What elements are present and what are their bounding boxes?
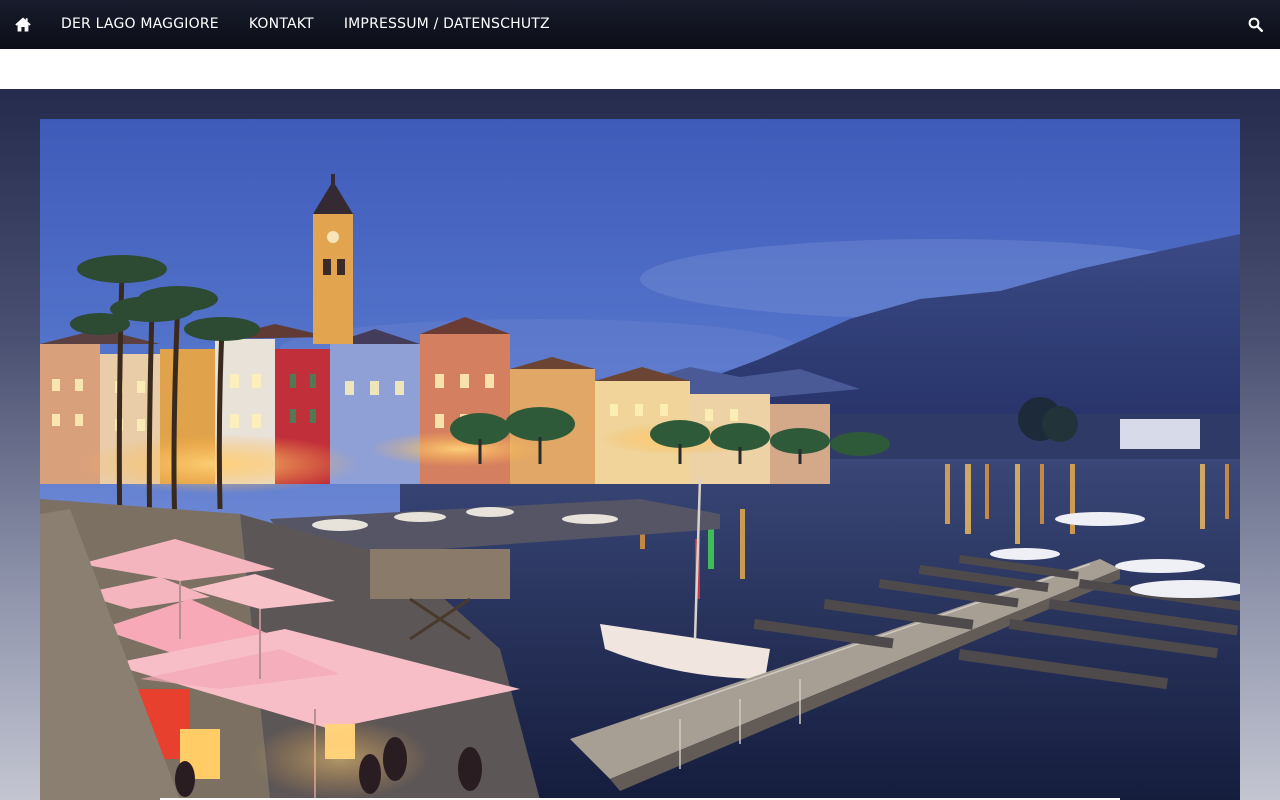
home-button[interactable]: [0, 0, 46, 49]
search-icon: [1248, 17, 1263, 32]
nav-link-impressum-datenschutz[interactable]: IMPRESSUM / DATENSCHUTZ: [329, 0, 565, 49]
home-icon: [15, 17, 31, 32]
nav-link-der-lago-maggiore[interactable]: DER LAGO MAGGIORE: [46, 0, 234, 49]
search-button[interactable]: [1238, 0, 1272, 49]
top-navigation-bar: DER LAGO MAGGIORE KONTAKT IMPRESSUM / DA…: [0, 0, 1280, 49]
hero-image: [40, 119, 1240, 800]
header-spacer: [0, 49, 1280, 89]
nav-link-kontakt[interactable]: KONTAKT: [234, 0, 329, 49]
hero-section: [0, 89, 1280, 800]
